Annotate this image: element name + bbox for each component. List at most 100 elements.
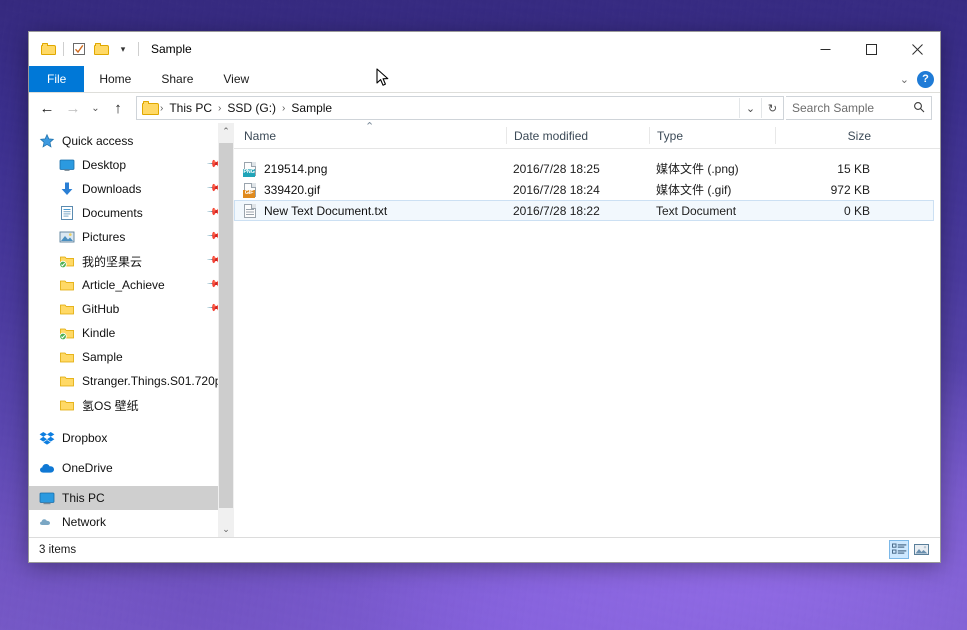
tab-share[interactable]: Share: [146, 66, 208, 92]
window-body: Quick access Desktop 📌 Downloads 📌: [29, 123, 940, 537]
back-button[interactable]: ←: [35, 96, 59, 120]
new-folder-icon[interactable]: [90, 38, 112, 60]
scrollbar-thumb[interactable]: [219, 143, 233, 508]
gif-file-icon: GIF: [243, 182, 257, 198]
sidebar-item-downloads[interactable]: Downloads 📌: [29, 177, 234, 201]
column-header-type[interactable]: Type: [649, 123, 775, 148]
sidebar-item-stranger-things[interactable]: Stranger.Things.S01.720p.N: [29, 369, 234, 393]
address-dropdown-chevron-icon[interactable]: ⌄: [739, 98, 761, 118]
forward-button[interactable]: →: [61, 96, 85, 120]
help-icon[interactable]: ?: [917, 71, 934, 88]
sidebar-item-label: This PC: [62, 491, 105, 505]
file-type-cell: 媒体文件 (.png): [648, 158, 774, 179]
navigation-list: Quick access Desktop 📌 Downloads 📌: [29, 123, 234, 528]
desktop-icon: [59, 157, 75, 173]
breadcrumb-sample[interactable]: Sample: [286, 101, 337, 115]
table-row[interactable]: GIF 339420.gif 2016/7/28 18:24 媒体文件 (.gi…: [234, 179, 934, 200]
breadcrumb: › This PC › SSD (G:) › Sample: [159, 101, 739, 115]
scroll-up-arrow-icon[interactable]: ⌃: [218, 123, 234, 139]
file-size-cell: 15 KB: [774, 158, 876, 179]
sidebar-item-label: Kindle: [82, 326, 115, 340]
file-type-cell: Text Document: [648, 200, 774, 221]
file-name-label: 339420.gif: [264, 183, 320, 197]
sidebar-item-sample[interactable]: Sample: [29, 345, 234, 369]
file-name-cell: GIF 339420.gif: [243, 179, 505, 200]
sidebar-item-network[interactable]: Network: [29, 516, 234, 528]
sidebar-item-github[interactable]: GitHub 📌: [29, 297, 234, 321]
sidebar-item-label: Desktop: [82, 158, 126, 172]
png-file-icon: PNG: [243, 161, 257, 177]
column-header-date-modified[interactable]: Date modified: [506, 123, 649, 148]
window-controls: [802, 32, 940, 66]
sidebar-item-label: Quick access: [62, 134, 133, 148]
this-pc-icon: [39, 490, 55, 506]
recent-locations-chevron-icon[interactable]: ⌄: [87, 96, 104, 120]
sidebar-item-qingos-wallpaper[interactable]: 氢OS 壁纸: [29, 393, 234, 417]
sidebar-item-onedrive[interactable]: OneDrive: [29, 456, 234, 480]
properties-checkbox-icon[interactable]: [68, 38, 90, 60]
address-bar-row: ← → ⌄ ↑ › This PC › SSD (G:) › Sample ⌄ …: [29, 93, 940, 123]
up-button[interactable]: ↑: [106, 96, 130, 120]
png-badge: PNG: [243, 169, 255, 177]
folder-properties-icon[interactable]: [37, 38, 59, 60]
search-input[interactable]: Search Sample: [786, 96, 932, 120]
breadcrumb-ssd-g[interactable]: SSD (G:): [222, 101, 281, 115]
sidebar-item-dropbox[interactable]: Dropbox: [29, 426, 234, 450]
file-size-cell: 972 KB: [774, 179, 876, 200]
synced-folder-icon: [59, 253, 75, 269]
file-date-cell: 2016/7/28 18:25: [505, 158, 648, 179]
sidebar-item-pictures[interactable]: Pictures 📌: [29, 225, 234, 249]
sidebar-item-label: Pictures: [82, 230, 125, 244]
breadcrumb-this-pc[interactable]: This PC: [164, 101, 217, 115]
minimize-button[interactable]: [802, 32, 848, 66]
address-folder-icon: [142, 101, 159, 115]
sidebar-item-nutstore[interactable]: 我的坚果云 📌: [29, 249, 234, 273]
title-bar: ▾ Sample: [29, 32, 940, 66]
sidebar-item-this-pc[interactable]: This PC: [29, 486, 234, 510]
sidebar-item-desktop[interactable]: Desktop 📌: [29, 153, 234, 177]
close-button[interactable]: [894, 32, 940, 66]
tab-file[interactable]: File: [29, 66, 84, 92]
address-bar-actions: ⌄ ↻: [739, 98, 783, 118]
pictures-icon: [59, 229, 75, 245]
qat-divider: [63, 42, 64, 56]
sidebar-item-article-achieve[interactable]: Article_Achieve 📌: [29, 273, 234, 297]
downloads-icon: [59, 181, 75, 197]
details-view-button[interactable]: [889, 540, 909, 559]
file-rows: PNG 219514.png 2016/7/28 18:25 媒体文件 (.pn…: [234, 149, 940, 537]
table-row[interactable]: PNG 219514.png 2016/7/28 18:25 媒体文件 (.pn…: [234, 158, 934, 179]
sidebar-item-kindle[interactable]: Kindle: [29, 321, 234, 345]
file-date-cell: 2016/7/28 18:24: [505, 179, 648, 200]
address-bar[interactable]: › This PC › SSD (G:) › Sample ⌄ ↻: [136, 96, 784, 120]
file-name-cell: New Text Document.txt: [243, 200, 505, 221]
search-placeholder: Search Sample: [792, 101, 913, 115]
column-header-type-label: Type: [657, 129, 683, 143]
tab-home[interactable]: Home: [84, 66, 146, 92]
refresh-icon[interactable]: ↻: [761, 98, 783, 118]
ribbon-tab-bar: File Home Share View ⌄ ?: [29, 66, 940, 93]
table-row[interactable]: New Text Document.txt 2016/7/28 18:22 Te…: [234, 200, 934, 221]
large-icons-view-button[interactable]: [912, 540, 932, 559]
customize-qat-chevron-icon[interactable]: ▾: [112, 38, 134, 60]
tab-view[interactable]: View: [208, 66, 264, 92]
sidebar-item-label: Documents: [82, 206, 143, 220]
expand-ribbon-chevron-icon[interactable]: ⌄: [900, 73, 909, 86]
sidebar-item-label: 我的坚果云: [82, 253, 142, 270]
file-name-cell: PNG 219514.png: [243, 158, 505, 179]
documents-icon: [59, 205, 75, 221]
sidebar-item-label: GitHub: [82, 302, 119, 316]
search-icon[interactable]: [913, 101, 925, 116]
column-header-date-label: Date modified: [514, 129, 588, 143]
sidebar-item-documents[interactable]: Documents 📌: [29, 201, 234, 225]
column-header-size[interactable]: Size: [775, 123, 877, 148]
navigation-scrollbar[interactable]: ⌃ ⌄: [218, 123, 234, 537]
scroll-down-arrow-icon[interactable]: ⌄: [218, 521, 234, 537]
sidebar-item-quick-access[interactable]: Quick access: [29, 129, 234, 153]
sort-ascending-icon: ⌃: [365, 120, 374, 133]
synced-folder-icon: [59, 325, 75, 341]
quick-access-toolbar: ▾: [29, 38, 143, 60]
sidebar-item-label: Network: [62, 516, 106, 528]
scrollbar-track[interactable]: [218, 139, 234, 521]
maximize-button[interactable]: [848, 32, 894, 66]
column-header-name[interactable]: Name ⌃: [242, 123, 506, 148]
